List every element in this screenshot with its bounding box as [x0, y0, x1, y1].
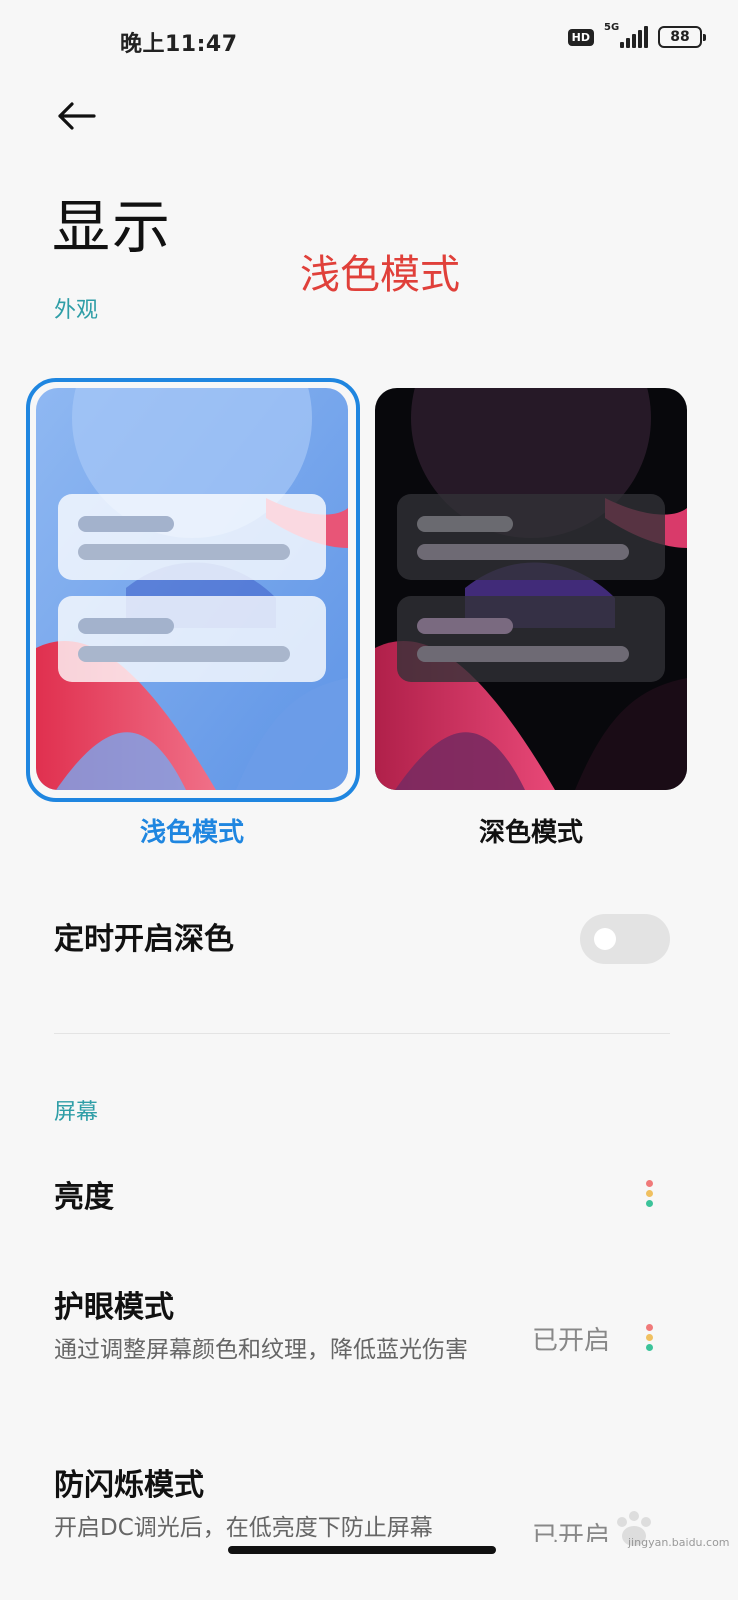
toggle-knob: [594, 928, 616, 950]
mock-notification-dark-2: [397, 596, 665, 682]
status-time: 晚上11:47: [120, 32, 238, 57]
dark-mode-card[interactable]: [375, 388, 687, 790]
anti-flicker-label: 防闪烁模式: [54, 1468, 204, 1503]
mock-notification-2: [58, 596, 326, 682]
status-bar: 晚上11:47 HD 5G 88: [0, 0, 738, 80]
hd-icon: HD: [567, 28, 594, 46]
schedule-dark-label: 定时开启深色: [54, 922, 234, 957]
section-label-appearance: 外观: [54, 298, 99, 323]
dark-mode-wallpaper: [375, 388, 687, 790]
signal-icon: 5G: [604, 22, 648, 48]
watermark-text: jingyan.baidu.com: [628, 1536, 730, 1549]
divider: [54, 1033, 670, 1034]
brightness-row[interactable]: 亮度: [54, 1172, 670, 1222]
section-label-screen: 屏幕: [54, 1100, 99, 1125]
anti-flicker-description: 开启DC调光后，在低亮度下防止屏幕: [54, 1515, 433, 1541]
brightness-label: 亮度: [54, 1180, 114, 1215]
schedule-dark-toggle[interactable]: [580, 914, 670, 964]
battery-icon: 88: [658, 26, 706, 48]
mock-notification-1: [58, 494, 326, 580]
page-title: 显示: [52, 193, 173, 261]
network-type: 5G: [604, 22, 620, 33]
home-indicator[interactable]: [228, 1546, 496, 1554]
battery-level: 88: [670, 29, 690, 45]
overlay-caption: 浅色模式: [300, 252, 460, 298]
back-button[interactable]: [54, 94, 98, 138]
mock-notification-dark-1: [397, 494, 665, 580]
more-dots-icon: [646, 1324, 654, 1351]
schedule-dark-row[interactable]: 定时开启深色: [54, 914, 670, 966]
eye-protection-description: 通过调整屏幕颜色和纹理，降低蓝光伤害: [54, 1337, 468, 1363]
eye-protection-row[interactable]: 护眼模式 通过调整屏幕颜色和纹理，降低蓝光伤害 已开启: [54, 1282, 670, 1402]
back-arrow-icon: [58, 102, 96, 130]
status-icons: HD 5G 88: [567, 22, 706, 48]
baidu-watermark-logo: [617, 1511, 651, 1546]
eye-protection-status: 已开启: [531, 1326, 610, 1356]
dark-mode-label[interactable]: 深色模式: [375, 812, 687, 849]
light-mode-card[interactable]: [36, 388, 348, 790]
more-dots-icon: [646, 1180, 654, 1207]
light-mode-wallpaper: [36, 388, 348, 790]
light-mode-label[interactable]: 浅色模式: [36, 812, 348, 849]
